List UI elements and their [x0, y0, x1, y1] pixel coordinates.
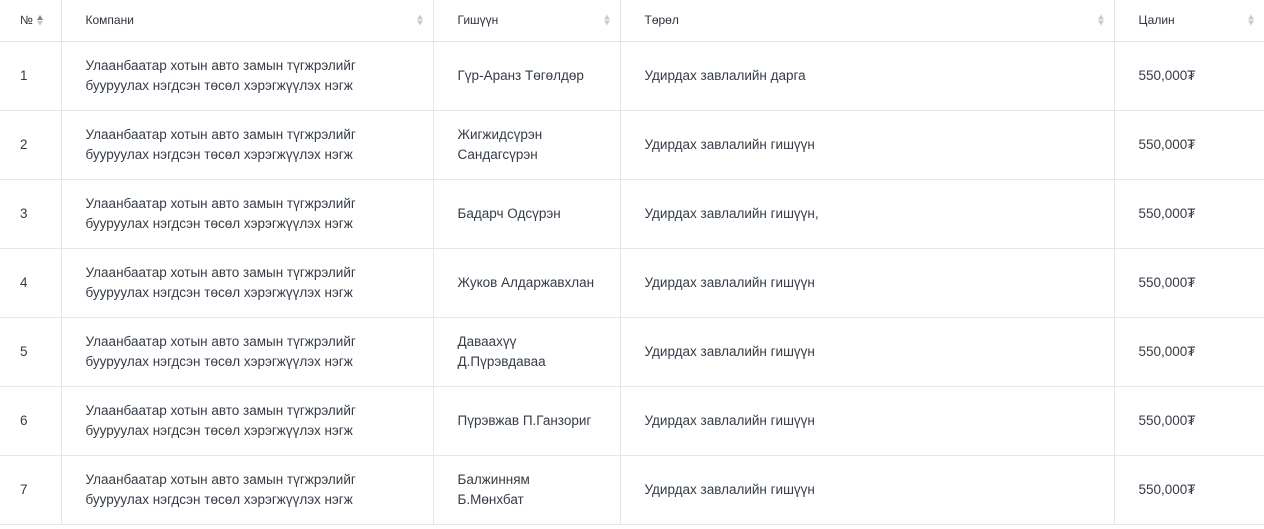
- members-table: № Компани Гишүүн Төрөл Цалин 1 Улаанбаат…: [0, 0, 1264, 525]
- company-name: Улаанбаатар хотын авто замын түгжрэлийг …: [85, 195, 356, 231]
- member-name: Бадарч Одсүрэн: [457, 205, 561, 221]
- column-header-company[interactable]: Компани: [61, 0, 434, 42]
- company-name: Улаанбаатар хотын авто замын түгжрэлийг …: [85, 264, 356, 300]
- sort-icon[interactable]: [36, 14, 43, 26]
- member-name: Пүрэвжав П.Ганзориг: [457, 412, 592, 428]
- column-header-label: Компани: [85, 13, 134, 28]
- column-header-member[interactable]: Гишүүн: [433, 0, 621, 42]
- column-header-type[interactable]: Төрөл: [620, 0, 1115, 42]
- cell-member: Жуков Алдаржавхлан: [433, 248, 621, 318]
- cell-company: Улаанбаатар хотын авто замын түгжрэлийг …: [61, 41, 434, 111]
- table-row[interactable]: 3 Улаанбаатар хотын авто замын түгжрэлий…: [0, 179, 1264, 249]
- cell-type: Удирдах завлалийн гишүүн,: [620, 179, 1115, 249]
- cell-salary: 550,000₮: [1114, 248, 1264, 318]
- cell-type: Удирдах завлалийн гишүүн: [620, 455, 1115, 525]
- table-header: № Компани Гишүүн Төрөл Цалин: [0, 0, 1264, 42]
- cell-no: 3: [0, 179, 62, 249]
- table-row[interactable]: 5 Улаанбаатар хотын авто замын түгжрэлий…: [0, 317, 1264, 387]
- company-name: Улаанбаатар хотын авто замын түгжрэлийг …: [85, 471, 356, 507]
- cell-company: Улаанбаатар хотын авто замын түгжрэлийг …: [61, 317, 434, 387]
- table-body: 1 Улаанбаатар хотын авто замын түгжрэлий…: [0, 41, 1264, 525]
- header-row: № Компани Гишүүн Төрөл Цалин: [0, 0, 1264, 42]
- member-name: Жуков Алдаржавхлан: [457, 274, 595, 290]
- cell-type: Удирдах завлалийн гишүүн: [620, 110, 1115, 180]
- company-name: Улаанбаатар хотын авто замын түгжрэлийг …: [85, 57, 356, 93]
- table-row[interactable]: 2 Улаанбаатар хотын авто замын түгжрэлий…: [0, 110, 1264, 180]
- member-name: Даваахүү Д.Пүрэвдаваа: [457, 333, 546, 369]
- sort-icon[interactable]: [603, 14, 610, 26]
- member-name: Балжинням Б.Мөнхбат: [457, 471, 530, 507]
- cell-salary: 550,000₮: [1114, 110, 1264, 180]
- company-name: Улаанбаатар хотын авто замын түгжрэлийг …: [85, 402, 356, 438]
- cell-no: 2: [0, 110, 62, 180]
- table-row[interactable]: 7 Улаанбаатар хотын авто замын түгжрэлий…: [0, 455, 1264, 525]
- column-header-no[interactable]: №: [0, 0, 62, 42]
- cell-type: Удирдах завлалийн дарга: [620, 41, 1115, 111]
- cell-company: Улаанбаатар хотын авто замын түгжрэлийг …: [61, 248, 434, 318]
- member-name: Жигжидсүрэн Сандагсүрэн: [457, 126, 543, 162]
- cell-company: Улаанбаатар хотын авто замын түгжрэлийг …: [61, 455, 434, 525]
- sort-icon[interactable]: [1097, 14, 1104, 26]
- cell-member: Бадарч Одсүрэн: [433, 179, 621, 249]
- cell-no: 6: [0, 386, 62, 456]
- cell-no: 5: [0, 317, 62, 387]
- cell-company: Улаанбаатар хотын авто замын түгжрэлийг …: [61, 386, 434, 456]
- cell-no: 7: [0, 455, 62, 525]
- cell-company: Улаанбаатар хотын авто замын түгжрэлийг …: [61, 179, 434, 249]
- sort-icon[interactable]: [1248, 14, 1254, 26]
- table-row[interactable]: 1 Улаанбаатар хотын авто замын түгжрэлий…: [0, 41, 1264, 111]
- cell-salary: 550,000₮: [1114, 317, 1264, 387]
- column-header-label: Төрөл: [644, 13, 679, 28]
- cell-type: Удирдах завлалийн гишүүн: [620, 248, 1115, 318]
- company-name: Улаанбаатар хотын авто замын түгжрэлийг …: [85, 126, 356, 162]
- cell-member: Балжинням Б.Мөнхбат: [433, 455, 621, 525]
- cell-no: 4: [0, 248, 62, 318]
- company-name: Улаанбаатар хотын авто замын түгжрэлийг …: [85, 333, 356, 369]
- column-header-salary[interactable]: Цалин: [1114, 0, 1264, 42]
- cell-salary: 550,000₮: [1114, 179, 1264, 249]
- cell-member: Даваахүү Д.Пүрэвдаваа: [433, 317, 621, 387]
- column-header-label: Гишүүн: [457, 13, 499, 28]
- cell-member: Гүр-Аранз Төгөлдөр: [433, 41, 621, 111]
- table-row[interactable]: 6 Улаанбаатар хотын авто замын түгжрэлий…: [0, 386, 1264, 456]
- cell-salary: 550,000₮: [1114, 386, 1264, 456]
- column-header-label: Цалин: [1138, 13, 1175, 28]
- cell-salary: 550,000₮: [1114, 455, 1264, 525]
- cell-no: 1: [0, 41, 62, 111]
- cell-type: Удирдах завлалийн гишүүн: [620, 386, 1115, 456]
- table-row[interactable]: 4 Улаанбаатар хотын авто замын түгжрэлий…: [0, 248, 1264, 318]
- sort-icon[interactable]: [416, 14, 423, 26]
- cell-member: Пүрэвжав П.Ганзориг: [433, 386, 621, 456]
- cell-type: Удирдах завлалийн гишүүн: [620, 317, 1115, 387]
- cell-salary: 550,000₮: [1114, 41, 1264, 111]
- member-name: Гүр-Аранз Төгөлдөр: [457, 67, 584, 83]
- cell-company: Улаанбаатар хотын авто замын түгжрэлийг …: [61, 110, 434, 180]
- column-header-label: №: [20, 13, 33, 28]
- cell-member: Жигжидсүрэн Сандагсүрэн: [433, 110, 621, 180]
